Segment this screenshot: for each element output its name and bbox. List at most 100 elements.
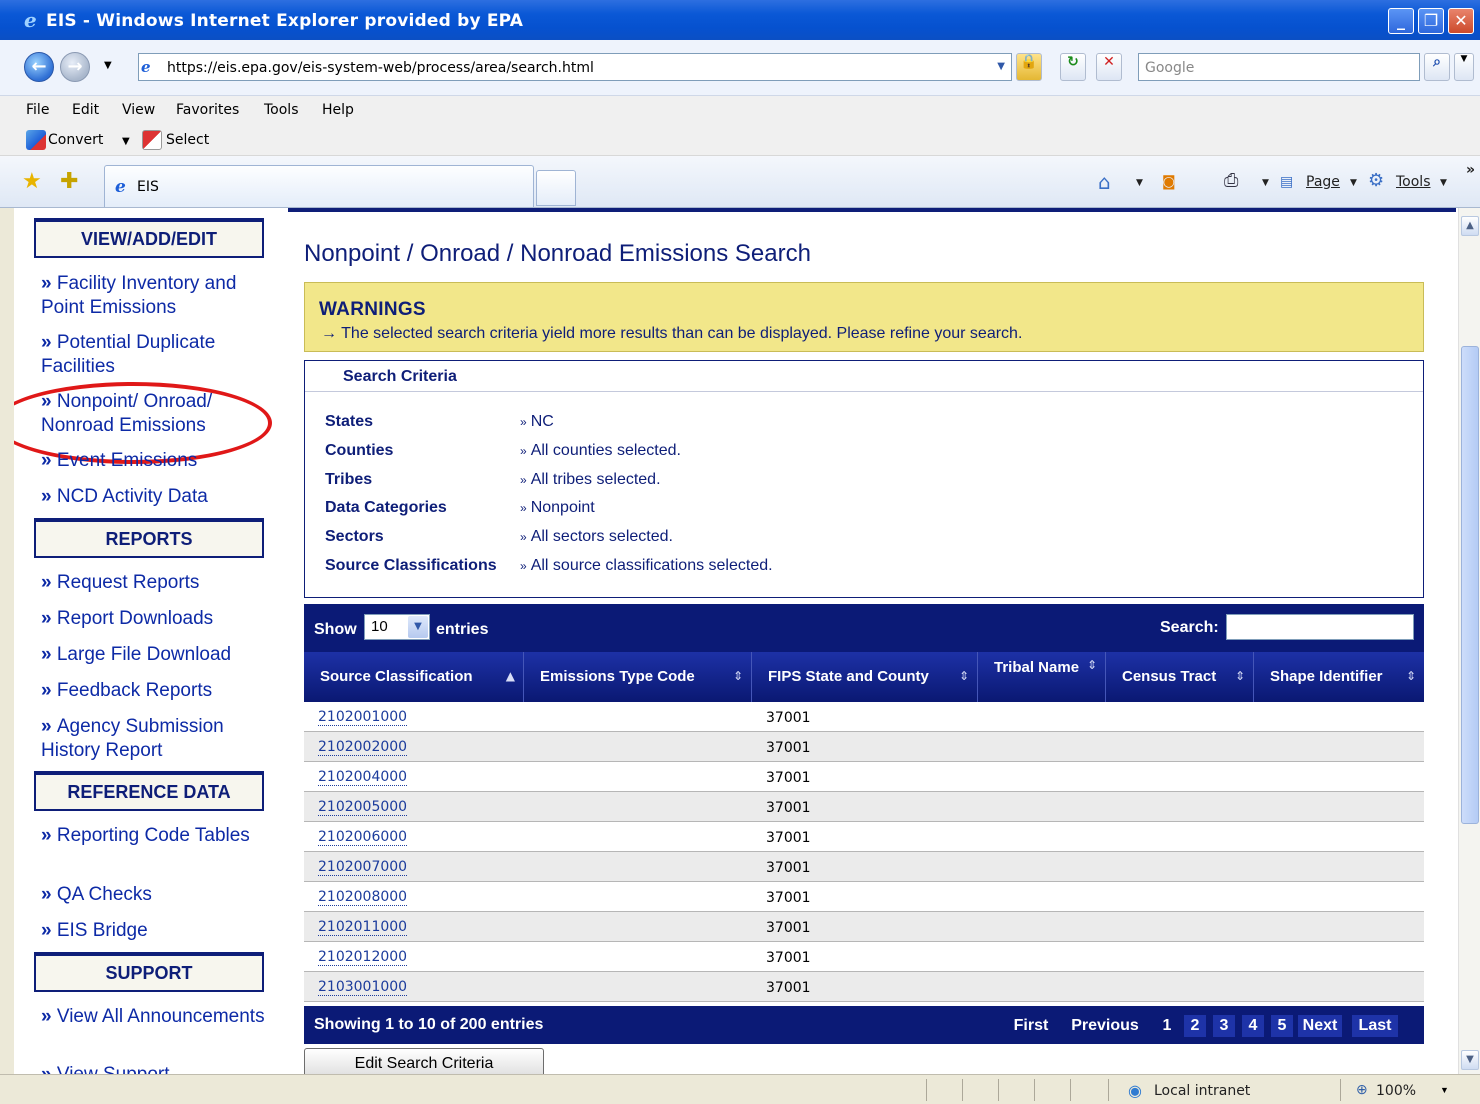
zoom-dropdown-icon[interactable]: ▼ [1440, 1085, 1449, 1095]
address-bar[interactable]: e https://eis.epa.gov/eis-system-web/pro… [138, 53, 1012, 81]
pager-page-3[interactable]: 3 [1213, 1015, 1235, 1037]
close-button[interactable]: ✕ [1448, 8, 1474, 34]
pager-previous[interactable]: Previous [1068, 1015, 1142, 1037]
url-text: https://eis.epa.gov/eis-system-web/proce… [167, 60, 594, 76]
search-input[interactable]: Google [1138, 53, 1420, 81]
url-dropdown-icon[interactable]: ▼ [997, 61, 1005, 72]
column-emissions-type-code[interactable]: Emissions Type Code ⇕ [524, 652, 752, 702]
source-classification-link[interactable]: 2102012000 [318, 950, 408, 966]
source-classification-link[interactable]: 2102001000 [318, 710, 408, 726]
sidebar-item-large-file[interactable]: » Large File Download [41, 643, 269, 667]
sidebar-item-report-downloads[interactable]: » Report Downloads [41, 607, 269, 631]
sidebar-item-duplicate[interactable]: » Potential Duplicate Facilities [41, 331, 269, 379]
lock-icon[interactable]: 🔒 [1016, 53, 1042, 81]
column-tribal-name[interactable]: Tribal Name ⇕ [978, 652, 1106, 702]
page-dropdown-icon[interactable]: ▼ [1350, 178, 1357, 188]
refresh-button[interactable]: ↻ [1060, 53, 1086, 81]
home-icon[interactable]: ⌂ [1098, 170, 1111, 194]
sidebar-item-ncd[interactable]: » NCD Activity Data [41, 485, 269, 509]
page-menu[interactable]: Page [1306, 174, 1340, 190]
back-button[interactable]: ← [24, 52, 54, 82]
pager-page-2[interactable]: 2 [1184, 1015, 1206, 1037]
column-shape-identifier[interactable]: Shape Identifier ⇕ [1254, 652, 1424, 702]
scroll-down-icon[interactable]: ▼ [1461, 1050, 1479, 1070]
ie-tab-icon: e [115, 177, 126, 197]
table-row: 2103001000 37001 [304, 972, 1424, 1002]
table-search-input[interactable] [1226, 614, 1414, 640]
pager-page-1[interactable]: 1 [1156, 1015, 1178, 1037]
tools-dropdown-icon[interactable]: ▼ [1440, 178, 1447, 188]
sidebar-item-agency-history[interactable]: » Agency Submission History Report [41, 715, 269, 763]
tab-bar: ★ ✚ e EIS ⌂ ▼ ◙ ⎙ ▼ ▤ Page ▼ ⚙ Tools ▼ » [0, 156, 1480, 208]
sort-asc-icon: ▲ [505, 669, 515, 683]
title-bar: e EIS - Windows Internet Explorer provid… [0, 0, 1480, 40]
home-dropdown-icon[interactable]: ▼ [1136, 178, 1143, 188]
source-classification-link[interactable]: 2102011000 [318, 920, 408, 936]
source-classification-link[interactable]: 2102007000 [318, 860, 408, 876]
print-icon[interactable]: ⎙ [1224, 170, 1238, 191]
table-search-label: Search: [1160, 619, 1219, 636]
pager-first[interactable]: First [1012, 1015, 1050, 1037]
menu-help[interactable]: Help [322, 102, 354, 118]
table-row: 2102007000 37001 [304, 852, 1424, 882]
column-fips[interactable]: FIPS State and County ⇕ [752, 652, 978, 702]
menu-tools[interactable]: Tools [264, 102, 299, 118]
table-row: 2102005000 37001 [304, 792, 1424, 822]
chevron-right-icon[interactable]: » [1466, 162, 1475, 178]
sidebar-item-qa-checks[interactable]: » QA Checks [41, 883, 269, 907]
source-classification-link[interactable]: 2102008000 [318, 890, 408, 906]
feeds-icon[interactable]: ◙ [1162, 174, 1176, 190]
new-tab-button[interactable] [536, 170, 576, 206]
select-button[interactable]: Select [166, 132, 209, 148]
search-options-icon[interactable]: ▼ [1454, 53, 1474, 81]
sidebar-item-eis-bridge[interactable]: » EIS Bridge [41, 919, 269, 943]
menu-edit[interactable]: Edit [72, 102, 99, 118]
page-size-select[interactable]: 10 ▼ [364, 614, 430, 640]
minimize-button[interactable]: _ [1388, 8, 1414, 34]
source-classification-link[interactable]: 2103001000 [318, 980, 408, 996]
pager-next[interactable]: Next [1298, 1015, 1342, 1037]
source-classification-link[interactable]: 2102002000 [318, 740, 408, 756]
pager-page-4[interactable]: 4 [1242, 1015, 1264, 1037]
print-dropdown-icon[interactable]: ▼ [1262, 178, 1269, 188]
menu-view[interactable]: View [122, 102, 155, 118]
stop-button[interactable]: ✕ [1096, 53, 1122, 81]
edit-search-criteria-button[interactable]: Edit Search Criteria [304, 1048, 544, 1074]
address-row: ← → ▼ e https://eis.epa.gov/eis-system-w… [0, 40, 1480, 96]
menu-favorites[interactable]: Favorites [176, 102, 239, 118]
convert-button[interactable]: Convert [48, 132, 103, 148]
menu-file[interactable]: File [26, 102, 49, 118]
sort-icon: ⇕ [1234, 669, 1245, 683]
sidebar-item-request-reports[interactable]: » Request Reports [41, 571, 269, 595]
maximize-button[interactable]: ❐ [1418, 8, 1444, 34]
column-source-classification[interactable]: Source Classification ▲ [304, 652, 524, 702]
vertical-scrollbar[interactable]: ▲ ▼ [1458, 208, 1480, 1074]
search-icon[interactable]: ⌕ [1424, 53, 1450, 81]
column-census-tract[interactable]: Census Tract ⇕ [1106, 652, 1254, 702]
pager-page-5[interactable]: 5 [1271, 1015, 1293, 1037]
favorites-star-icon[interactable]: ★ [22, 168, 42, 194]
scroll-up-icon[interactable]: ▲ [1461, 216, 1479, 236]
tools-menu[interactable]: Tools [1396, 174, 1431, 190]
table-row: 2102001000 37001 [304, 702, 1424, 732]
sidebar-item-feedback[interactable]: » Feedback Reports [41, 679, 269, 703]
sidebar-item-announcements[interactable]: » View All Announcements [41, 1005, 269, 1029]
scroll-thumb[interactable] [1461, 346, 1479, 824]
sidebar-heading-reports: REPORTS [34, 518, 264, 558]
source-classification-link[interactable]: 2102005000 [318, 800, 408, 816]
source-classification-link[interactable]: 2102004000 [318, 770, 408, 786]
forward-button[interactable]: → [60, 52, 90, 82]
sidebar-item-facility[interactable]: » Facility Inventory and Point Emissions [41, 272, 269, 320]
tab-eis[interactable]: e EIS [104, 165, 534, 207]
sidebar-item-event[interactable]: » Event Emissions [41, 449, 269, 473]
add-favorite-icon[interactable]: ✚ [60, 168, 78, 194]
table-row: 2102011000 37001 [304, 912, 1424, 942]
convert-dropdown-icon[interactable]: ▼ [122, 136, 130, 147]
pager-last[interactable]: Last [1352, 1015, 1398, 1037]
sidebar: VIEW/ADD/EDIT » Facility Inventory and P… [14, 208, 276, 1074]
zoom-level[interactable]: 100% [1376, 1083, 1416, 1099]
sidebar-item-reporting-code[interactable]: » Reporting Code Tables [41, 824, 269, 848]
source-classification-link[interactable]: 2102006000 [318, 830, 408, 846]
sidebar-item-view-support[interactable]: » View Support [41, 1063, 269, 1074]
history-dropdown-icon[interactable]: ▼ [104, 60, 112, 71]
